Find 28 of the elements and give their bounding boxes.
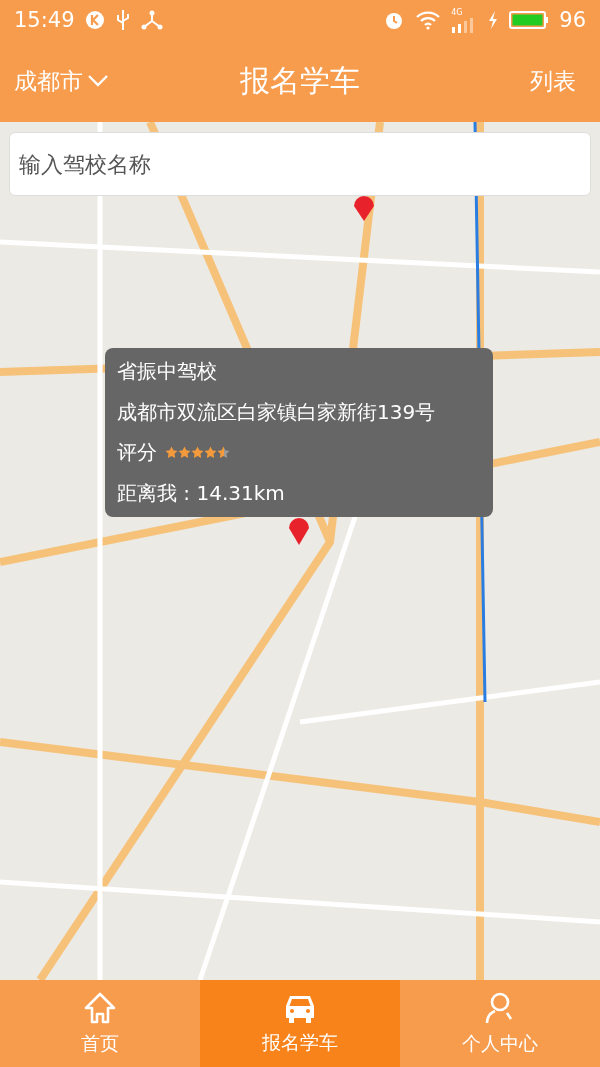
map-pin-icon[interactable] — [352, 194, 376, 222]
distance-text: 距离我 : 14.31km — [117, 479, 286, 507]
home-icon — [82, 990, 118, 1025]
school-name: 省振中驾校 — [117, 358, 218, 385]
wifi-icon — [415, 10, 442, 30]
battery-percent: 96 — [559, 8, 586, 32]
share-icon — [140, 10, 163, 30]
star-icon — [191, 446, 204, 460]
star-icon — [217, 446, 230, 460]
nav-tab[interactable]: 报名学车 — [200, 980, 400, 1067]
battery-icon — [509, 10, 550, 30]
chevron-down-icon — [87, 74, 109, 88]
star-icon — [178, 446, 191, 460]
usb-icon — [114, 9, 131, 31]
map-placeholder[interactable]: 输入驾校名称 省振中驾校 成都市双流区白家镇白家新街139号 评分 距离我 : 14.31km — [0, 122, 600, 980]
city-selector[interactable]: 成都市 — [10, 61, 113, 101]
list-button[interactable]: 列表 — [526, 61, 590, 101]
status-time: 15:49 — [14, 8, 75, 32]
star-icon — [204, 446, 217, 460]
rating-label: 评分 — [117, 439, 157, 467]
app-icon — [84, 10, 105, 30]
map-pin-icon[interactable] — [287, 516, 311, 546]
network-label: 4G — [451, 7, 463, 17]
page-title: 报名学车 — [239, 61, 360, 100]
charging-icon — [487, 10, 500, 30]
star-icon — [165, 446, 178, 460]
search-field[interactable]: 输入驾校名称 — [9, 132, 591, 196]
school-address: 成都市双流区白家镇白家新街139号 — [117, 398, 437, 426]
